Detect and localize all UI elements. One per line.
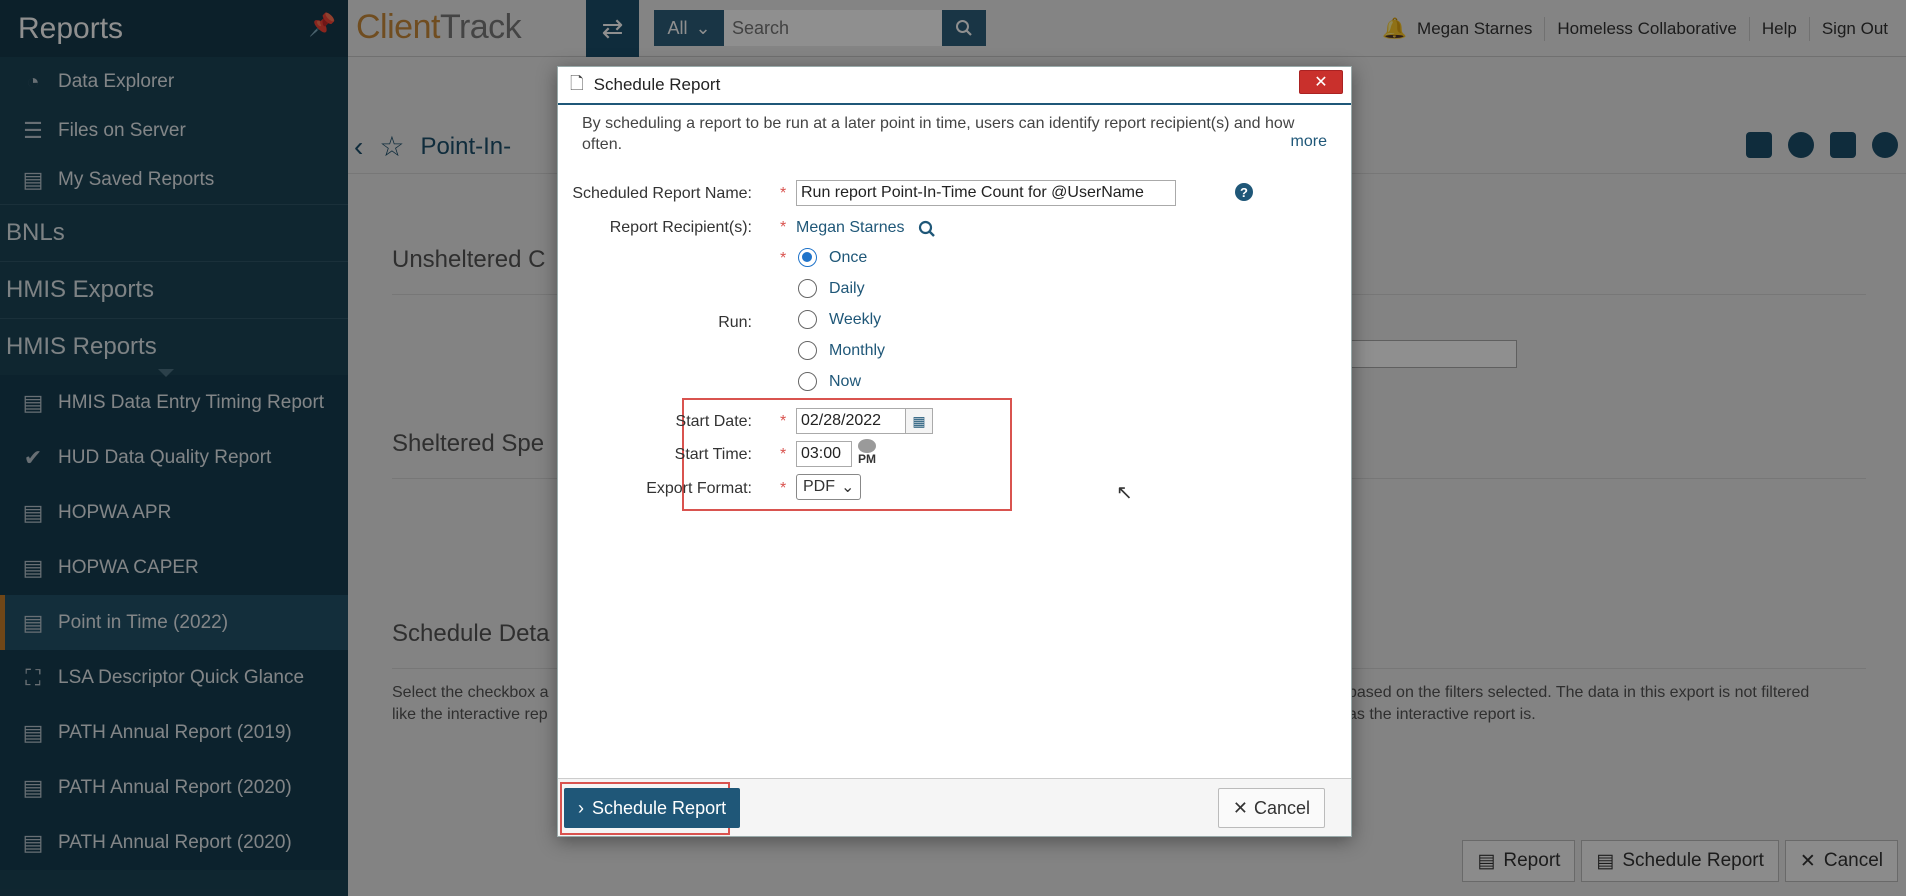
cancel-button[interactable]: ✕ Cancel (1217, 788, 1325, 828)
radio-label: Once (829, 248, 868, 266)
ampm-label: PM (858, 452, 876, 466)
chevron-down-icon: ⌄ (841, 479, 855, 496)
close-icon: ✕ (1314, 74, 1328, 91)
required-marker: * (780, 413, 787, 430)
ampm-toggle[interactable]: PM (854, 439, 880, 467)
recipients-label: Report Recipient(s): (609, 219, 752, 236)
chevron-right-icon: › (578, 797, 584, 818)
mouse-cursor-icon: ↖ (1116, 482, 1133, 504)
schedule-report-dialog: 🗋 Schedule Report ✕ By scheduling a repo… (557, 66, 1352, 837)
calendar-icon[interactable]: ▦ (905, 408, 933, 434)
start-date-input[interactable] (796, 408, 906, 434)
run-option-daily[interactable]: Daily (798, 279, 865, 298)
radio-label: Monthly (829, 341, 886, 359)
radio-unselected[interactable] (798, 310, 817, 329)
radio-label: Now (829, 372, 862, 390)
close-button[interactable]: ✕ (1299, 70, 1343, 94)
radio-selected[interactable] (798, 248, 817, 267)
start-time-input[interactable] (796, 441, 852, 467)
button-label: Cancel (1253, 797, 1310, 818)
dialog-title: Schedule Report (593, 75, 721, 94)
close-icon: ✕ (1232, 797, 1248, 818)
select-value: PDF (803, 478, 835, 495)
radio-unselected[interactable] (798, 372, 817, 391)
start-time-label: Start Time: (674, 446, 752, 463)
required-marker: * (780, 219, 787, 236)
schedule-report-button[interactable]: › Schedule Report (564, 788, 741, 828)
run-option-monthly[interactable]: Monthly (798, 341, 885, 360)
report-name-input[interactable] (796, 180, 1176, 206)
export-format-label: Export Format: (646, 480, 752, 497)
recipient-link[interactable]: Megan Starnes (796, 219, 905, 237)
export-format-select[interactable]: PDF ⌄ (796, 474, 862, 500)
required-marker: * (780, 250, 787, 267)
radio-label: Weekly (829, 310, 882, 328)
button-label: Schedule Report (592, 797, 727, 818)
report-name-label: Scheduled Report Name: (572, 185, 752, 202)
search-icon[interactable] (918, 220, 936, 238)
required-marker: * (780, 446, 787, 463)
required-marker: * (780, 480, 787, 497)
radio-label: Daily (829, 279, 865, 297)
dialog-intro: By scheduling a report to be run at a la… (582, 115, 1295, 153)
document-icon: 🗋 (570, 73, 584, 93)
dialog-header: 🗋 Schedule Report (558, 67, 1351, 105)
run-option-weekly[interactable]: Weekly (798, 310, 881, 329)
help-icon[interactable]: ? (1235, 183, 1253, 201)
start-date-label: Start Date: (675, 413, 752, 430)
radio-unselected[interactable] (798, 341, 817, 360)
run-label: Run: (718, 314, 752, 331)
radio-unselected[interactable] (798, 279, 817, 298)
more-link[interactable]: more (1291, 133, 1327, 151)
required-marker: * (780, 185, 787, 202)
dialog-footer: › Schedule Report ✕ Cancel (558, 778, 1351, 836)
run-option-now[interactable]: Now (798, 372, 861, 391)
clock-icon (858, 439, 876, 453)
run-option-once[interactable]: Once (798, 248, 867, 267)
